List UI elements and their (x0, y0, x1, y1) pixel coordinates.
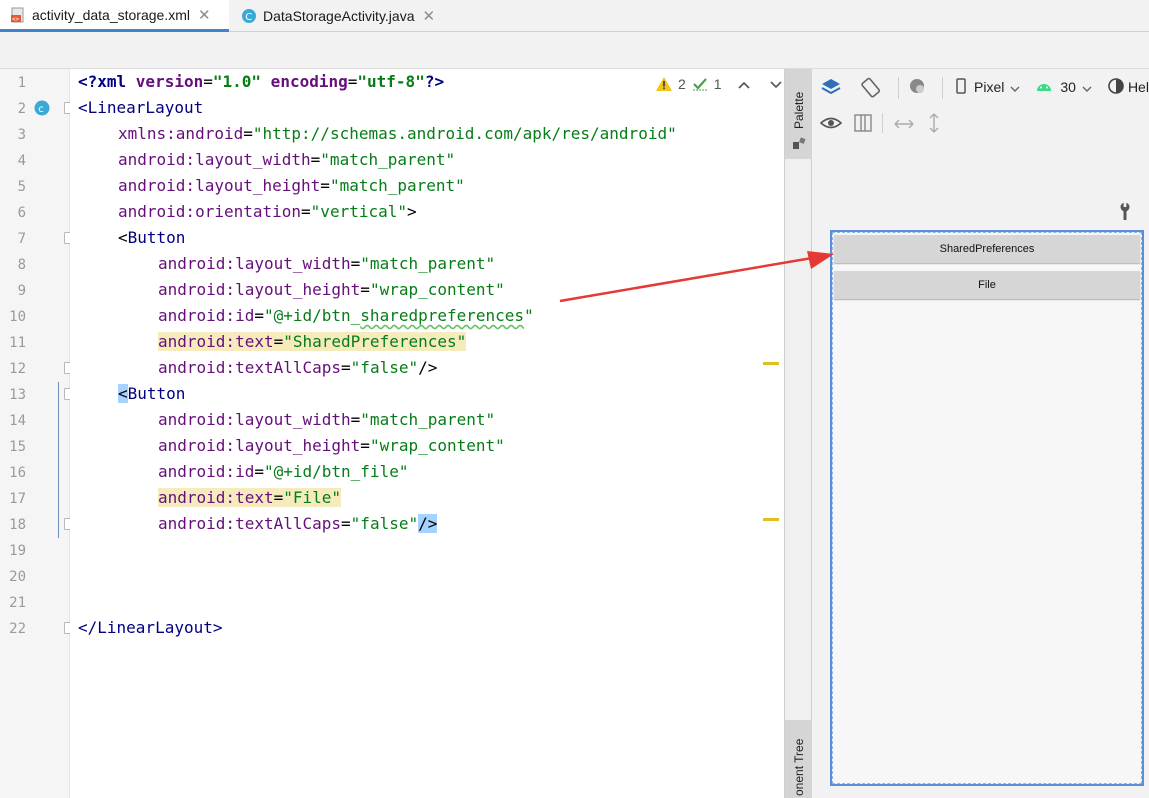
code-editor[interactable]: <?xml version="1.0" encoding="utf-8"?> <… (70, 69, 784, 798)
line-number: 5 (17, 179, 26, 195)
orientation-icon[interactable] (860, 77, 884, 98)
line-number: 11 (9, 335, 26, 351)
theme-selector[interactable]: Hel (1128, 79, 1149, 95)
tab-activity-data-storage-xml[interactable]: <> activity_data_storage.xml ✕ (0, 0, 229, 32)
line-number: 13 (9, 387, 26, 403)
line-number: 21 (9, 595, 26, 611)
editor-tab-bar: <> activity_data_storage.xml ✕ C DataSto… (0, 0, 1149, 32)
line-number: 19 (9, 543, 26, 559)
device-selector[interactable]: Pixel (974, 79, 1004, 95)
eye-icon[interactable] (819, 114, 844, 135)
line-number: 10 (9, 309, 26, 325)
code-line-15: android:layout_height="wrap_content" (158, 436, 505, 455)
palette-tool-tab[interactable]: Palette (785, 69, 812, 159)
design-view-toolbar (819, 113, 940, 136)
xml-file-icon: <> (10, 7, 26, 23)
java-class-icon: C (241, 8, 257, 24)
preview-button-file[interactable]: File (834, 271, 1140, 299)
inspection-widget[interactable]: 2 1 (656, 76, 782, 92)
line-number: 20 (9, 569, 26, 585)
palette-icon (792, 135, 806, 149)
tab-datastorageactivity-java[interactable]: C DataStorageActivity.java ✕ (231, 0, 451, 32)
chevron-down-icon[interactable] (1010, 79, 1020, 95)
line-number: 14 (9, 413, 26, 429)
line-number: 8 (17, 257, 26, 273)
line-number: 12 (9, 361, 26, 377)
code-line-3: xmlns:android="http://schemas.android.co… (118, 124, 677, 143)
line-number: 6 (17, 205, 26, 221)
code-line-1: <?xml version="1.0" encoding="utf-8"?> (78, 72, 445, 91)
toolbar-divider (942, 77, 943, 99)
warning-stripe[interactable] (763, 362, 779, 365)
layers-icon[interactable] (820, 77, 844, 97)
warning-stripe[interactable] (763, 518, 779, 521)
code-line-9: android:layout_height="wrap_content" (158, 280, 505, 299)
preview-button-sharedpreferences[interactable]: SharedPreferences (834, 235, 1140, 263)
line-number: 9 (17, 283, 26, 299)
android-icon (1036, 79, 1052, 95)
code-line-7: <Button (118, 228, 186, 247)
weak-warning-icon (692, 78, 707, 91)
code-line-13: <Button (118, 384, 186, 403)
component-tree-tool-tab[interactable]: onent Tree (785, 720, 812, 798)
toolbar-divider (882, 113, 883, 133)
code-line-14: android:layout_width="match_parent" (158, 410, 496, 429)
palette-label: Palette (792, 91, 806, 129)
svg-text:<>: <> (12, 16, 20, 23)
chevron-up-icon[interactable] (738, 76, 750, 92)
weak-warning-count: 1 (713, 76, 722, 92)
phone-device-icon (956, 77, 966, 97)
line-number-gutter: 1 2 3 4 5 6 7 8 9 10 11 12 13 14 15 16 1… (0, 69, 70, 798)
design-surface-toolbar: Pixel 30 Hel (820, 77, 1149, 99)
code-line-16: android:id="@+id/btn_file" (158, 462, 409, 481)
api-level-selector[interactable]: 30 (1060, 79, 1076, 95)
layout-preview[interactable]: SharedPreferences File (830, 230, 1144, 786)
code-line-5: android:layout_height="match_parent" (118, 176, 465, 195)
line-number: 16 (9, 465, 26, 481)
chevron-down-icon[interactable] (1082, 79, 1092, 95)
line-number: 15 (9, 439, 26, 455)
toolbar-divider (898, 77, 899, 99)
warning-count: 2 (678, 76, 686, 92)
svg-text:c: c (38, 104, 44, 115)
svg-text:C: C (245, 12, 252, 23)
line-number: 22 (9, 621, 26, 637)
line-number: 3 (17, 127, 26, 143)
line-number: 7 (17, 231, 26, 247)
theme-icon (1108, 77, 1124, 97)
code-line-11: android:text="SharedPreferences" (158, 332, 467, 351)
code-line-12: android:textAllCaps="false"/> (158, 358, 438, 377)
code-line-6: android:orientation="vertical"> (118, 202, 417, 221)
chevron-down-icon[interactable] (770, 76, 782, 92)
wrench-icon[interactable] (1118, 202, 1132, 224)
indent-guide (58, 382, 59, 538)
ide-window: <> activity_data_storage.xml ✕ C DataSto… (0, 0, 1149, 798)
columns-icon[interactable] (854, 114, 872, 135)
breadcrumb-bar (0, 32, 1149, 69)
code-line-22: </LinearLayout> (78, 618, 223, 637)
linear-layout-outline (832, 232, 1142, 784)
line-number: 17 (9, 491, 26, 507)
line-number: 4 (17, 153, 26, 169)
line-number: 2 (17, 101, 26, 117)
side-tool-strip: Palette onent Tree (784, 69, 812, 798)
close-icon[interactable]: ✕ (198, 6, 211, 24)
tab-label: activity_data_storage.xml (32, 6, 190, 23)
code-line-10: android:id="@+id/btn_sharedpreferences" (158, 306, 534, 325)
line-number: 1 (17, 75, 26, 91)
code-line-4: android:layout_width="match_parent" (118, 150, 456, 169)
code-line-8: android:layout_width="match_parent" (158, 254, 496, 273)
code-line-17: android:text="File" (158, 488, 342, 507)
class-gutter-icon[interactable]: c (34, 100, 50, 116)
code-line-18: android:textAllCaps="false"/> (158, 514, 438, 533)
horizontal-resize-icon[interactable] (894, 117, 914, 133)
warning-icon (656, 77, 672, 91)
close-icon[interactable]: ✕ (422, 7, 435, 25)
theme-night-icon[interactable] (908, 77, 932, 97)
line-number: 18 (9, 517, 26, 533)
code-line-2: <LinearLayout (78, 98, 204, 117)
vertical-resize-icon[interactable] (928, 113, 940, 136)
tab-label: DataStorageActivity.java (263, 8, 415, 24)
component-tree-label: onent Tree (792, 738, 806, 796)
